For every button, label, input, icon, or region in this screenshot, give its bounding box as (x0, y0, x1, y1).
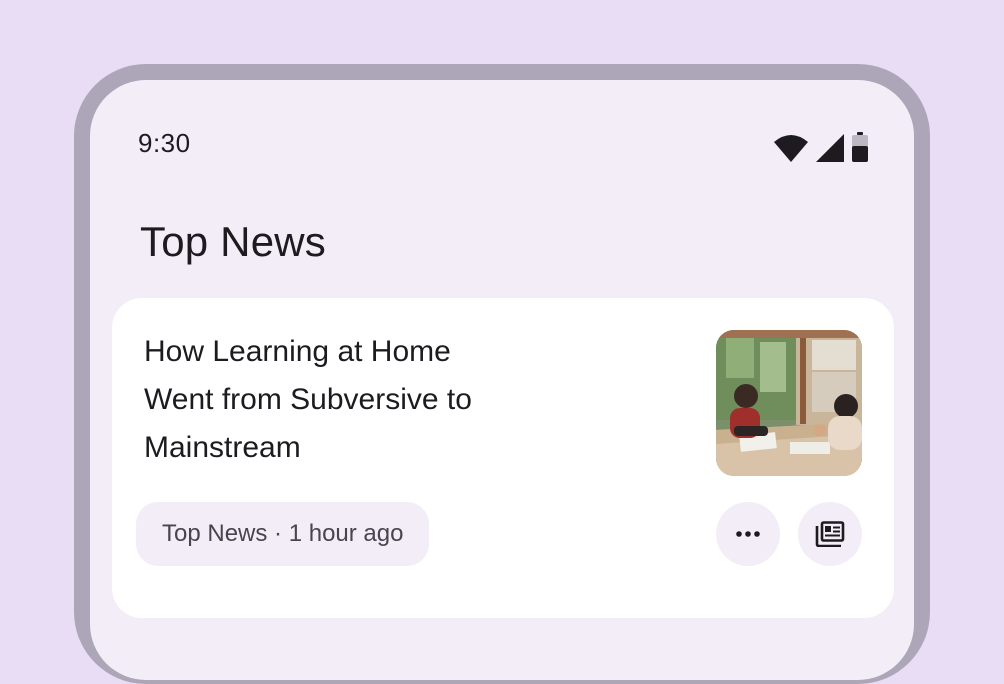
phone-screen: 9:30 Top News How Learning at Home Went … (90, 80, 914, 680)
cellular-signal-icon (816, 134, 844, 162)
news-card[interactable]: How Learning at Home Went from Subversiv… (112, 298, 894, 618)
status-time: 9:30 (138, 128, 191, 158)
news-source-chip[interactable]: Top News · 1 hour ago (136, 502, 430, 566)
wifi-icon (774, 134, 808, 162)
battery-icon (852, 132, 868, 162)
news-headline[interactable]: How Learning at Home Went from Subversiv… (144, 328, 524, 472)
open-article-button[interactable] (798, 502, 862, 566)
news-thumbnail-image[interactable] (716, 330, 862, 476)
newspaper-icon (815, 521, 845, 547)
status-icons (774, 132, 868, 162)
page-title: Top News (140, 218, 327, 265)
more-options-button[interactable] (716, 502, 780, 566)
more-options-icon (736, 531, 760, 537)
